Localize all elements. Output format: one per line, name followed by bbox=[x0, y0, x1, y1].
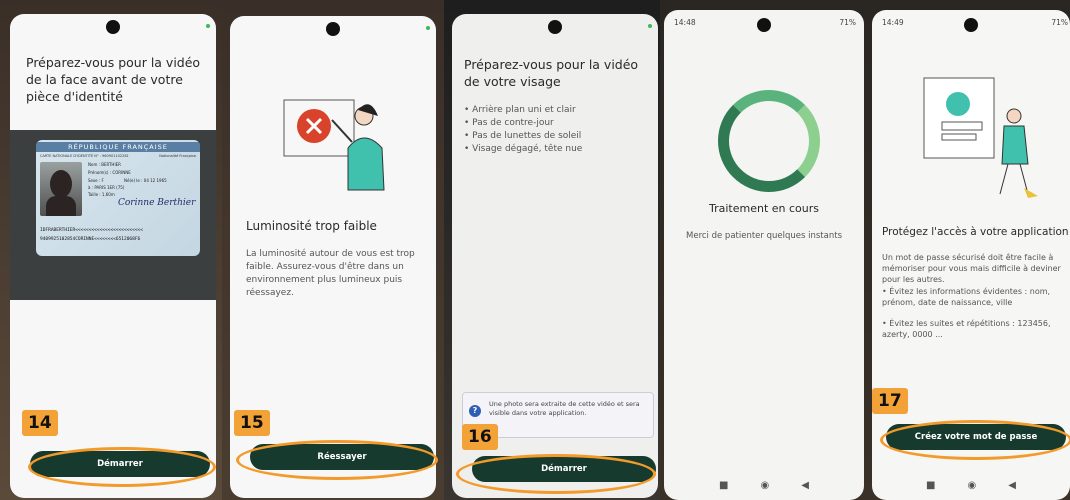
front-camera bbox=[106, 20, 120, 34]
home-icon[interactable]: ◉ bbox=[968, 480, 977, 491]
id-card: RÉPUBLIQUE FRANÇAISE CARTE NATIONALE D'I… bbox=[36, 140, 200, 256]
front-camera bbox=[964, 18, 978, 32]
screen-body: Un mot de passe sécurisé doit être facil… bbox=[882, 253, 1061, 284]
battery-level: 71% bbox=[1051, 18, 1068, 27]
back-icon[interactable]: ◀ bbox=[1008, 480, 1016, 491]
clock: 14:49 bbox=[882, 18, 904, 27]
battery-level: 71% bbox=[839, 18, 856, 27]
photo-step-16: Préparez-vous pour la vidéo de votre vis… bbox=[444, 0, 660, 500]
status-dot bbox=[648, 24, 652, 28]
front-camera bbox=[326, 22, 340, 36]
warning-illustration bbox=[283, 99, 385, 191]
front-camera bbox=[757, 18, 771, 32]
status-dot bbox=[206, 24, 210, 28]
card-birthplace: à : PARIS 1ER (75) bbox=[88, 185, 125, 190]
security-illustration bbox=[923, 77, 1038, 198]
photo-step-15: Luminosité trop faible La luminosité aut… bbox=[222, 0, 444, 500]
phone-screen: 14:48 71% Traitement en cours Merci de p… bbox=[664, 10, 864, 500]
requirements-list: • Arrière plan uni et clair • Pas de con… bbox=[464, 104, 644, 156]
screen-title: Préparez-vous pour la vidéo de la face a… bbox=[26, 55, 201, 104]
card-signature: Corinne Berthier bbox=[118, 198, 196, 208]
progress-ring bbox=[718, 90, 820, 192]
screen-body: Merci de patienter quelques instants bbox=[686, 231, 842, 241]
tip-item: • Évitez les suites et répétitions : 123… bbox=[882, 319, 1051, 339]
screen-title: Protégez l'accès à votre application bbox=[882, 226, 1069, 238]
front-camera bbox=[548, 20, 562, 34]
list-item: • Visage dégagé, tête nue bbox=[464, 144, 583, 154]
step-badge: 14 bbox=[22, 410, 58, 436]
status-dot bbox=[426, 26, 430, 30]
photo-processing: 14:48 71% Traitement en cours Merci de p… bbox=[660, 0, 868, 500]
highlight-ring bbox=[880, 420, 1070, 460]
card-prenoms: Prénom(s) : CORINNE bbox=[88, 170, 131, 175]
photo-step-14: Préparez-vous pour la vidéo de la face a… bbox=[0, 0, 222, 500]
card-nationality: Nationalité Française bbox=[159, 154, 196, 158]
card-birthdate: Né(e) le : 04 12 1965 bbox=[124, 178, 167, 183]
android-nav-bar: ■ ◉ ◀ bbox=[872, 478, 1070, 492]
back-icon[interactable]: ◀ bbox=[801, 480, 809, 491]
list-item: • Pas de lunettes de soleil bbox=[464, 131, 582, 141]
screen-title: Préparez-vous pour la vidéo de votre vis… bbox=[464, 57, 639, 89]
clock: 14:48 bbox=[674, 18, 696, 27]
camera-viewfinder: RÉPUBLIQUE FRANÇAISE CARTE NATIONALE D'I… bbox=[10, 130, 216, 300]
highlight-ring bbox=[236, 440, 438, 480]
home-icon[interactable]: ◉ bbox=[761, 480, 770, 491]
card-nom: Nom : BERTHIER bbox=[88, 162, 121, 167]
recents-icon[interactable]: ■ bbox=[719, 480, 728, 491]
card-label: CARTE NATIONALE D'IDENTITÉ N° : 96090110… bbox=[40, 154, 129, 158]
card-mrz-1: IDFRABERTHIER<<<<<<<<<<<<<<<<<<<<<<<<< bbox=[40, 228, 143, 233]
photo-step-17: 14:49 71% Protégez l'accès à votre appli… bbox=[868, 0, 1070, 500]
recents-icon[interactable]: ■ bbox=[926, 480, 935, 491]
card-sexe: Sexe : F bbox=[88, 178, 104, 183]
id-photo bbox=[40, 162, 82, 216]
highlight-ring bbox=[28, 447, 216, 487]
screen-body: La luminosité autour de vous est trop fa… bbox=[246, 249, 415, 298]
screen-title: Traitement en cours bbox=[708, 202, 819, 215]
list-item: • Pas de contre-jour bbox=[464, 118, 554, 128]
step-badge: 15 bbox=[234, 410, 270, 436]
tip-item: • Évitez les informations évidentes : no… bbox=[882, 287, 1051, 307]
list-item: • Arrière plan uni et clair bbox=[464, 105, 576, 115]
step-badge: 16 bbox=[462, 424, 498, 450]
screen-title: Luminosité trop faible bbox=[246, 219, 377, 233]
android-nav-bar: ■ ◉ ◀ bbox=[664, 478, 864, 492]
card-header: RÉPUBLIQUE FRANÇAISE bbox=[36, 142, 200, 152]
info-text: Une photo sera extraite de cette vidéo e… bbox=[489, 400, 640, 417]
card-mrz-2: 9409925102854CORINNE<<<<<<<<6512068F6 bbox=[40, 237, 141, 242]
step-badge: 17 bbox=[872, 388, 908, 414]
card-taille: Taille : 1,60m bbox=[88, 192, 115, 197]
info-icon: ? bbox=[469, 405, 481, 417]
highlight-ring bbox=[456, 454, 656, 494]
